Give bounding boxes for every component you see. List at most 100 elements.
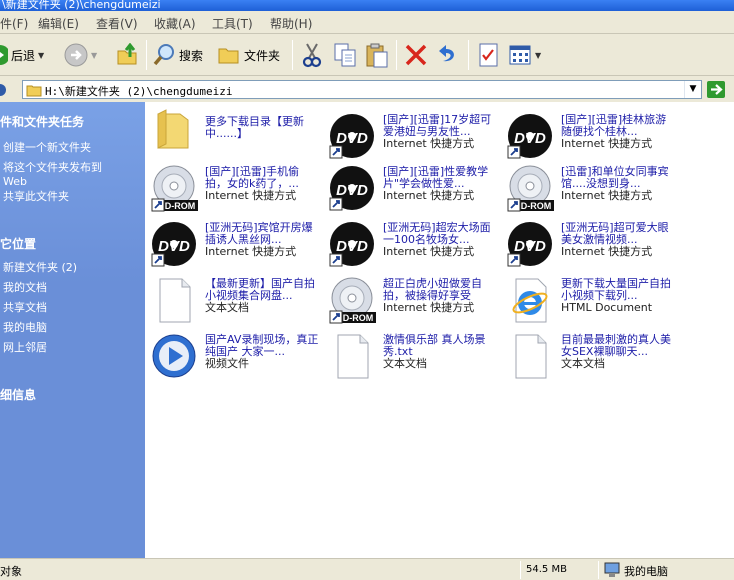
cdrom-icon: D-ROM (151, 165, 198, 212)
toolbar-separator (396, 40, 397, 70)
file-item[interactable]: 激情俱乐部 真人场景秀.txt 文本文档 (326, 330, 504, 382)
menu-help[interactable]: 帮助(H) (270, 15, 312, 32)
status-objects: 对象 (0, 565, 22, 578)
file-item[interactable]: D-ROM [国产][迅雷]手机偷拍，女的k药了，... Internet 快捷… (148, 162, 326, 214)
status-divider (520, 561, 521, 579)
cdrom-icon: D-ROM (507, 165, 554, 212)
file-name: 【最新更新】国产自拍小视频集合网盘... (205, 277, 315, 302)
dvd-icon: DVD (329, 166, 374, 211)
go-button[interactable] (706, 80, 734, 99)
back-label: 后退 (11, 48, 36, 63)
up-folder-icon (117, 43, 137, 65)
search-button[interactable]: 搜索 (152, 41, 203, 69)
properties-button[interactable] (477, 41, 501, 69)
dvd-icon: DVD (507, 114, 552, 159)
search-label: 搜索 (179, 48, 204, 63)
file-item[interactable]: 更新下载大量国产自拍小视频下载列... HTML Document (504, 274, 682, 326)
file-type: Internet 快捷方式 (561, 137, 653, 150)
file-name: 超正白虎小妞做爱自拍，被操得好享受 (383, 277, 482, 302)
file-type: 视频文件 (205, 357, 249, 370)
dvd-icon: DVD (151, 222, 196, 267)
copy-icon (334, 43, 356, 67)
file-item[interactable]: DVD [国产][迅雷]17岁超可爱港妞与男友性... Internet 快捷方… (326, 110, 504, 162)
paste-icon (366, 43, 388, 68)
file-type: Internet 快捷方式 (383, 137, 475, 150)
file-tasks-title[interactable]: 件和文件夹任务 (0, 113, 84, 130)
status-divider (598, 561, 599, 579)
file-type: Internet 快捷方式 (383, 189, 475, 202)
menu-file[interactable]: 件(F) (0, 15, 28, 32)
up-folder-button[interactable] (116, 41, 140, 69)
file-item[interactable]: DVD [亚洲无码]超宏大场面一100名牧场女... Internet 快捷方式 (326, 218, 504, 270)
title-bar[interactable]: \新建文件夹 (2)\chengdumeizi (0, 0, 734, 11)
file-item[interactable]: DVD [亚洲无码]超可爱大眼美女激情视频... Internet 快捷方式 (504, 218, 682, 270)
file-type: 文本文档 (205, 301, 249, 314)
file-item[interactable]: 【最新更新】国产自拍小视频集合网盘... 文本文档 (148, 274, 326, 326)
chevron-down-icon: ▼ (38, 50, 45, 60)
place-parent-folder[interactable]: 新建文件夹 (2) (3, 261, 77, 275)
svg-text:D-ROM: D-ROM (165, 201, 196, 211)
menu-edit[interactable]: 编辑(E) (38, 15, 79, 32)
delete-button[interactable] (404, 41, 428, 69)
file-type: Internet 快捷方式 (205, 189, 297, 202)
file-item[interactable]: DVD [国产][迅雷]性爱教学片"学会做性爱... Internet 快捷方式 (326, 162, 504, 214)
paste-button[interactable] (365, 41, 389, 69)
media-player-icon (152, 334, 196, 378)
task-publish-web[interactable]: 将这个文件夹发布到 (3, 161, 102, 175)
menu-favorites[interactable]: 收藏(A) (154, 15, 196, 32)
dvd-icon: DVD (329, 222, 374, 267)
other-places-title[interactable]: 它位置 (0, 235, 36, 252)
svg-text:DVD: DVD (336, 182, 368, 199)
forward-button[interactable]: ▼ (64, 41, 97, 69)
address-input[interactable]: H:\新建文件夹 (2)\chengdumeizi ▼ (22, 80, 702, 99)
text-document-icon (515, 334, 547, 379)
toolbar: 后退 ▼ ▼ 搜索 文件夹 ▼ (0, 34, 734, 76)
file-item[interactable]: 更多下载目录【更新中......】 (148, 104, 326, 156)
task-publish-web-cont[interactable]: Web (3, 175, 27, 189)
file-item[interactable]: 国产AV录制现场，真正纯国产 大家一... 视频文件 (148, 330, 326, 382)
svg-text:DVD: DVD (158, 238, 190, 255)
file-name: 目前最最刺激的真人美女SEX裸聊聊天... (561, 333, 671, 358)
toolbar-separator (146, 40, 147, 70)
folders-button[interactable]: 文件夹 (217, 41, 280, 69)
place-shared-documents[interactable]: 共享文档 (3, 301, 47, 315)
internet-explorer-icon (512, 278, 548, 323)
undo-button[interactable] (436, 41, 460, 69)
place-my-documents[interactable]: 我的文档 (3, 281, 47, 295)
details-title[interactable]: 细信息 (0, 386, 36, 403)
menu-bar: 件(F) 编辑(E) 查看(V) 收藏(A) 工具(T) 帮助(H) (0, 11, 734, 34)
svg-text:D-ROM: D-ROM (343, 313, 374, 323)
address-dropdown-button[interactable]: ▼ (684, 81, 701, 98)
file-item[interactable]: DVD [国产][迅雷]桂林旅游随便找个桂林... Internet 快捷方式 (504, 110, 682, 162)
file-item[interactable]: D-ROM 超正白虎小妞做爱自拍，被操得好享受 Internet 快捷方式 (326, 274, 504, 326)
folders-label: 文件夹 (244, 48, 281, 63)
file-type: Internet 快捷方式 (383, 245, 475, 258)
menu-view[interactable]: 查看(V) (96, 15, 138, 32)
svg-text:DVD: DVD (514, 130, 546, 147)
copy-button[interactable] (333, 41, 357, 69)
place-my-computer[interactable]: 我的电脑 (3, 321, 47, 335)
views-button[interactable]: ▼ (508, 41, 541, 69)
menu-tools[interactable]: 工具(T) (212, 15, 253, 32)
task-create-folder[interactable]: 创建一个新文件夹 (3, 141, 91, 155)
svg-text:D-ROM: D-ROM (521, 201, 552, 211)
status-bar: 对象 54.5 MB 我的电脑 (0, 558, 734, 580)
place-network[interactable]: 网上邻居 (3, 341, 47, 355)
dvd-icon: DVD (329, 114, 374, 159)
address-path: H:\新建文件夹 (2)\chengdumeizi (45, 85, 233, 98)
back-button[interactable]: 后退 ▼ (0, 41, 44, 69)
views-grid-icon (509, 45, 531, 65)
file-item[interactable]: D-ROM [迅雷]和单位女同事宾馆....没想到身... Internet 快… (504, 162, 682, 214)
file-name: 国产AV录制现场，真正纯国产 大家一... (205, 333, 319, 358)
file-list: 更多下载目录【更新中......】 DVD [国产][迅雷]17岁超可爱港妞与男… (145, 102, 734, 558)
task-share-folder[interactable]: 共享此文件夹 (3, 190, 69, 204)
status-location: 我的电脑 (624, 565, 668, 578)
chevron-down-icon: ▼ (535, 50, 542, 60)
dvd-icon: DVD (507, 222, 552, 267)
file-name: 更多下载目录【更新中......】 (205, 115, 304, 140)
file-type: HTML Document (561, 301, 653, 314)
computer-icon (604, 562, 620, 577)
file-item[interactable]: DVD [亚洲无码]宾馆开房爆插诱人黑丝网... Internet 快捷方式 (148, 218, 326, 270)
file-item[interactable]: 目前最最刺激的真人美女SEX裸聊聊天... 文本文档 (504, 330, 682, 382)
cut-button[interactable] (300, 41, 324, 69)
